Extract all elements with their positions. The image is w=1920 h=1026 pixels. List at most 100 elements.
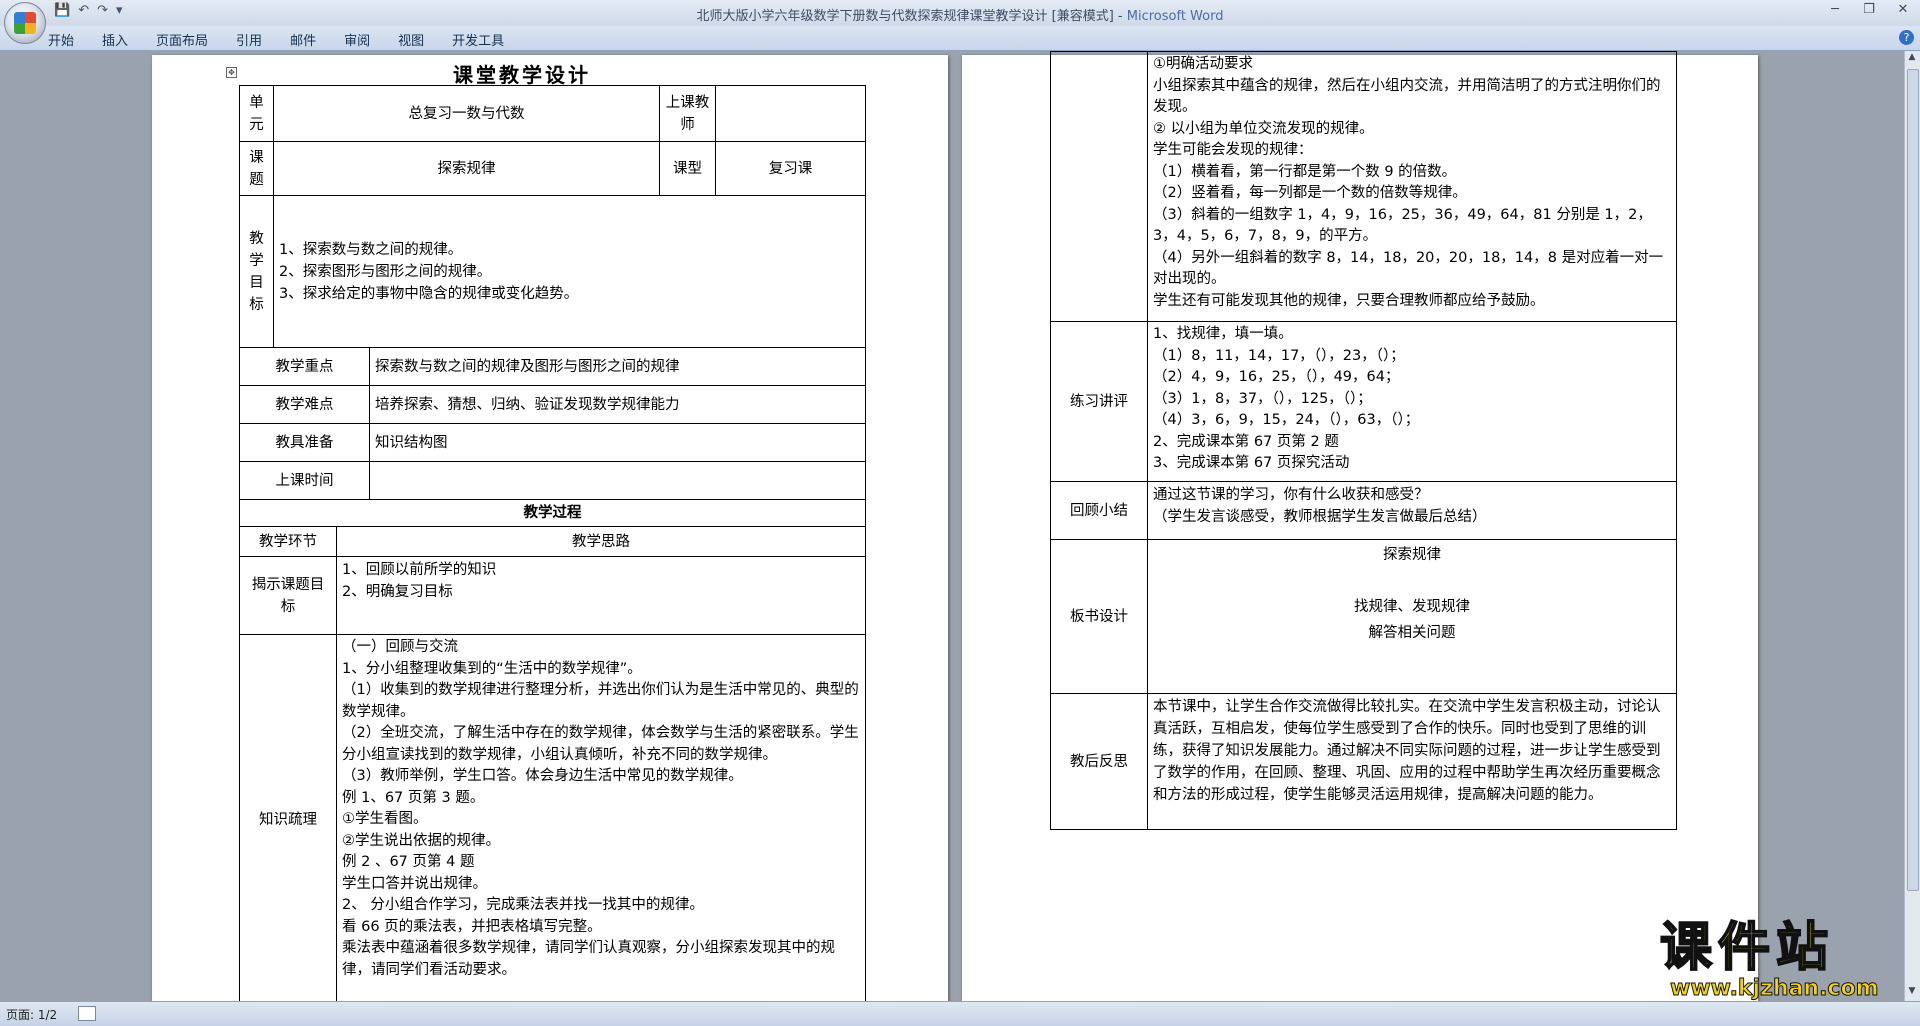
prep-label: 教具准备	[239, 423, 370, 462]
board-label: 板书设计	[1050, 539, 1148, 694]
practice-content: 1、找规律，填一填。 （1）8，11，14，17，（），23，（）； （2）4，…	[1147, 321, 1677, 482]
scroll-up-icon[interactable]: ▲	[1906, 52, 1918, 66]
content-line: ①学生看图。	[342, 811, 428, 827]
content-line: 1、回顾以前所学的知识	[342, 562, 497, 578]
document-page-1[interactable]: 课堂教学设计 ✥ 单元 总复习一数与代数 上课教师 课题 探索规律 课型 复习课…	[152, 55, 948, 1001]
content-line: 1、分小组整理收集到的“生活中的数学规律”。	[342, 660, 642, 677]
page-indicator[interactable]: 页面: 1/2	[6, 1006, 57, 1023]
tab-references[interactable]: 引用	[236, 30, 262, 49]
content-line: （4）3，6，9，15，24，（），63，（）；	[1153, 412, 1420, 428]
minimize-icon[interactable]: ─	[1818, 0, 1852, 22]
content-line: 学生可能会发现的规律：	[1153, 142, 1313, 158]
content-line: （2）竖着看，每一列都是一个数的倍数等规律。	[1153, 185, 1467, 201]
office-button[interactable]	[4, 2, 46, 44]
content-line: 看 66 页的乘法表，并把表格填写完整。	[342, 918, 602, 935]
content-line: ② 以小组为单位交流发现的规律。	[1153, 120, 1374, 137]
content-line: 2、明确复习目标	[342, 584, 453, 600]
stage-2-content: （一）回顾与交流 1、分小组整理收集到的“生活中的数学规律”。 （1）收集到的数…	[336, 634, 866, 1001]
tab-mailings[interactable]: 邮件	[290, 30, 316, 49]
content-line: ①明确活动要求	[1153, 56, 1253, 72]
content-line: ②学生说出依据的规律。	[342, 832, 500, 849]
tab-review[interactable]: 审阅	[344, 30, 370, 49]
time-value	[369, 461, 866, 500]
teacher-label: 上课教师	[659, 85, 716, 142]
app-name: Microsoft Word	[1126, 9, 1224, 24]
content-line: （2）4，9，16，25，（），49，64；	[1153, 369, 1400, 385]
content-line: 例 1、67 页第 3 题。	[342, 789, 485, 806]
teacher-value	[715, 85, 866, 142]
prep-value: 知识结构图	[369, 423, 866, 462]
content-line: 3、完成课本第 67 页探究活动	[1153, 455, 1350, 471]
content-line: 学生口答并说出规律。	[342, 875, 487, 892]
document-page-2[interactable]: ①明确活动要求 小组探索其中蕴含的规律，然后在小组内交流，并用简洁明了的方式注明…	[962, 51, 1758, 1001]
topic-label: 课题	[239, 141, 274, 196]
difficult-value: 培养探索、猜想、归纳、验证发现数学规律能力	[369, 385, 866, 424]
stage-2-label: 知识疏理	[239, 634, 337, 1001]
goal-label: 教学目标	[239, 195, 274, 348]
board-line: 解答相关问题	[1368, 625, 1456, 641]
tab-view[interactable]: 视图	[398, 30, 424, 49]
content-line: （3）教师举例，学生口答。体会身边生活中常见的数学规律。	[342, 768, 743, 784]
process-table: 教学过程 教学环节 教学思路 揭示课题目标 1、回顾以前所学的知识 2、明确复习…	[239, 499, 866, 1001]
table-move-handle-icon[interactable]: ✥	[226, 67, 237, 78]
process-header: 教学过程	[239, 499, 866, 527]
content-line: （1）8，11，14，17，（），23，（）；	[1153, 347, 1405, 364]
content-line: 学生还有可能发现其他的规律，只要合理教师都应给予鼓励。	[1153, 292, 1545, 309]
board-content: 探索规律 找规律、发现规律 解答相关问题	[1147, 539, 1677, 694]
board-line: 找规律、发现规律	[1354, 599, 1470, 615]
proofing-icon[interactable]	[78, 1006, 96, 1021]
content-line: （学生发言谈感受，教师根据学生发言做最后总结）	[1153, 509, 1487, 525]
stage-header: 教学环节	[239, 526, 337, 557]
content-line: （1）横着看，第一行都是第一个数 9 的倍数。	[1153, 163, 1457, 180]
watermark-url: www.kjzhan.com	[1670, 976, 1880, 1002]
vertical-scrollbar[interactable]: ▲ ▼	[1904, 51, 1920, 1001]
content-line: （一）回顾与交流	[342, 639, 458, 655]
key-value: 探索数与数之间的规律及图形与图形之间的规律	[369, 347, 866, 386]
type-label: 课型	[659, 141, 716, 196]
reflect-label: 教后反思	[1050, 693, 1148, 830]
content-line: 例 2 、67 页第 4 题	[342, 854, 475, 870]
document-workspace[interactable]: 课堂教学设计 ✥ 单元 总复习一数与代数 上课教师 课题 探索规律 课型 复习课…	[0, 51, 1905, 1001]
window-title: 北师大版小学六年级数学下册数与代数探索规律课堂教学设计 [兼容模式] -	[696, 9, 1127, 24]
tab-developer[interactable]: 开发工具	[452, 30, 504, 49]
goals-cell: 1、探索数与数之间的规律。 2、探索图形与图形之间的规律。 3、探求给定的事物中…	[273, 195, 866, 348]
continued-content: ①明确活动要求 小组探索其中蕴含的规律，然后在小组内交流，并用简洁明了的方式注明…	[1147, 51, 1677, 322]
window-controls: ─ ❐ ✕	[1818, 0, 1920, 22]
scroll-thumb[interactable]	[1907, 69, 1919, 891]
content-line: 乘法表中蕴涵着很多数学规律，请同学们认真观察，分小组探索发现其中的规律，请同学们…	[342, 940, 835, 978]
ribbon-tabs: 开始 插入 页面布局 引用 邮件 审阅 视图 开发工具	[48, 30, 532, 49]
stage-1-content: 1、回顾以前所学的知识 2、明确复习目标	[336, 556, 866, 635]
review-content: 通过这节课的学习，你有什么收获和感受？ （学生发言谈感受，教师根据学生发言做最后…	[1147, 481, 1677, 540]
stage-1-label: 揭示课题目标	[239, 556, 337, 635]
tab-page-layout[interactable]: 页面布局	[156, 30, 208, 49]
close-icon[interactable]: ✕	[1886, 0, 1920, 22]
content-line: 2、完成课本第 67 页第 2 题	[1153, 433, 1339, 450]
lesson-info-table: 单元 总复习一数与代数 上课教师 课题 探索规律 课型 复习课 教学目标 1、探…	[239, 85, 866, 348]
time-label: 上课时间	[239, 461, 370, 500]
content-line: （2）全班交流，了解生活中存在的数学规律，体会数学与生活的紧密联系。学生分小组宣…	[342, 725, 859, 763]
type-value: 复习课	[715, 141, 866, 196]
ribbon: 开始 插入 页面布局 引用 邮件 审阅 视图 开发工具 ?	[0, 26, 1920, 51]
help-icon[interactable]: ?	[1899, 30, 1914, 45]
idea-header: 教学思路	[336, 526, 866, 557]
content-line: 小组探索其中蕴含的规律，然后在小组内交流，并用简洁明了的方式注明你们的发现。	[1153, 77, 1661, 116]
unit-label: 单元	[239, 85, 274, 142]
tab-insert[interactable]: 插入	[102, 30, 128, 49]
watermark-brand: 课件站	[1659, 918, 1835, 978]
title-bar: 💾 ↶ ↷ ▾ 北师大版小学六年级数学下册数与代数探索规律课堂教学设计 [兼容模…	[0, 0, 1920, 44]
key-label: 教学重点	[239, 347, 370, 386]
status-bar: 页面: 1/2	[0, 1001, 1920, 1026]
unit-value: 总复习一数与代数	[273, 85, 660, 142]
continued-label	[1050, 51, 1148, 322]
content-line: （3）1，8，37，（），125，（）；	[1153, 390, 1372, 407]
office-logo-icon	[14, 12, 36, 34]
review-label: 回顾小结	[1050, 481, 1148, 540]
maximize-icon[interactable]: ❐	[1852, 0, 1886, 22]
process-table-continued: ①明确活动要求 小组探索其中蕴含的规律，然后在小组内交流，并用简洁明了的方式注明…	[1050, 51, 1677, 830]
reflect-content: 本节课中，让学生合作交流做得比较扎实。在交流中学生发言积极主动，讨论认真活跃，互…	[1147, 693, 1677, 830]
tab-home[interactable]: 开始	[48, 30, 74, 49]
content-line: 通过这节课的学习，你有什么收获和感受？	[1153, 487, 1429, 503]
page-title: 课堂教学设计	[453, 63, 591, 87]
content-line: 2、 分小组合作学习，完成乘法表并找一找其中的规律。	[342, 897, 704, 913]
content-line: （4）另外一组斜着的数字 8，14，18，20，20，18，14，8 是对应着一…	[1153, 249, 1664, 288]
